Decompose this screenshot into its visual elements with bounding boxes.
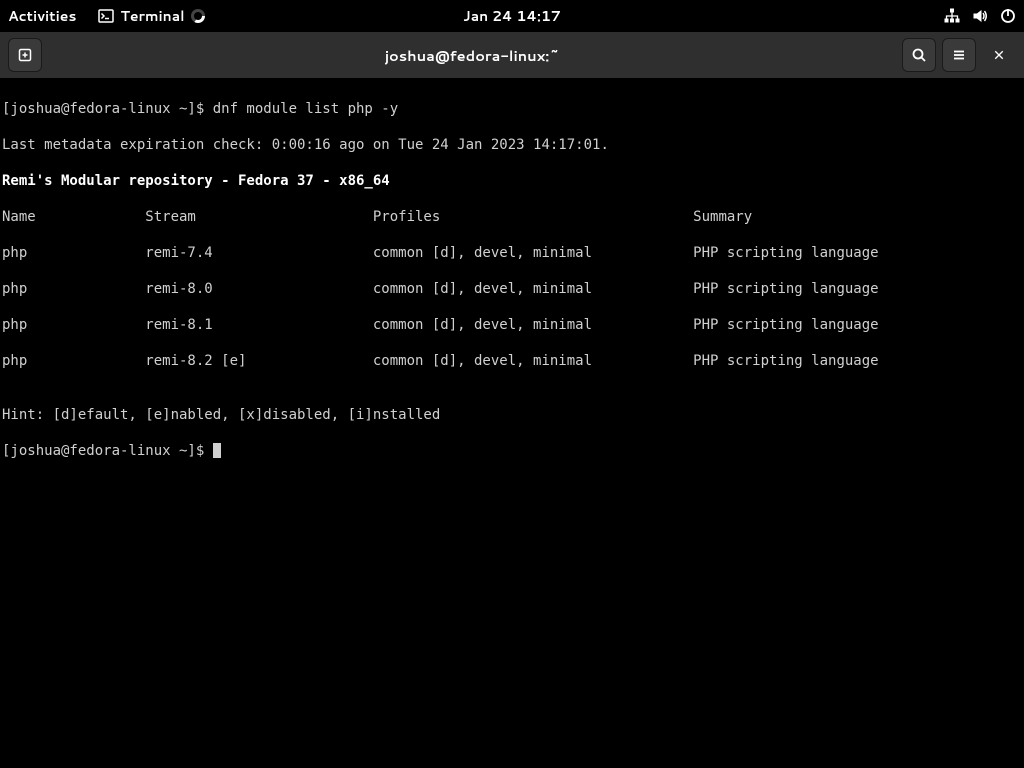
search-icon (911, 47, 927, 63)
terminal-headerbar: joshua@fedora-linux:~ (0, 32, 1024, 78)
prompt: [joshua@fedora-linux ~]$ (2, 443, 213, 459)
table-row: php remi-8.2 [e] common [d], devel, mini… (2, 352, 1022, 370)
window-title: joshua@fedora-linux:~ (50, 45, 894, 66)
search-button[interactable] (902, 38, 936, 72)
table-row: php remi-8.1 common [d], devel, minimal … (2, 316, 1022, 334)
output-line: Last metadata expiration check: 0:00:16 … (2, 136, 1022, 154)
hamburger-icon (951, 47, 967, 63)
activities-button[interactable]: Activities (8, 6, 76, 26)
terminal-viewport[interactable]: [joshua@fedora-linux ~]$ dnf module list… (0, 78, 1024, 768)
spinner-icon (191, 9, 205, 23)
table-row: php remi-7.4 common [d], devel, minimal … (2, 244, 1022, 262)
close-button[interactable] (982, 38, 1016, 72)
power-icon[interactable] (1000, 8, 1016, 24)
table-header: Name Stream Profiles Summary (2, 208, 1022, 226)
repo-header: Remi's Modular repository - Fedora 37 - … (2, 172, 1022, 190)
command-text: dnf module list php -y (213, 101, 398, 117)
hint-line: Hint: [d]efault, [e]nabled, [x]disabled,… (2, 406, 1022, 424)
hamburger-menu-button[interactable] (942, 38, 976, 72)
new-tab-button[interactable] (8, 38, 42, 72)
network-icon[interactable] (944, 8, 960, 24)
gnome-topbar: Activities Terminal Jan 24 14:17 (0, 0, 1024, 32)
close-icon (993, 49, 1005, 61)
cursor (213, 443, 221, 458)
clock[interactable]: Jan 24 14:17 (463, 6, 561, 26)
table-row: php remi-8.0 common [d], devel, minimal … (2, 280, 1022, 298)
volume-icon[interactable] (972, 8, 988, 24)
terminal-app-icon (98, 8, 114, 24)
app-menu[interactable]: Terminal (98, 6, 204, 26)
app-menu-label: Terminal (120, 6, 184, 26)
prompt: [joshua@fedora-linux ~]$ (2, 101, 213, 117)
plus-icon (17, 47, 33, 63)
